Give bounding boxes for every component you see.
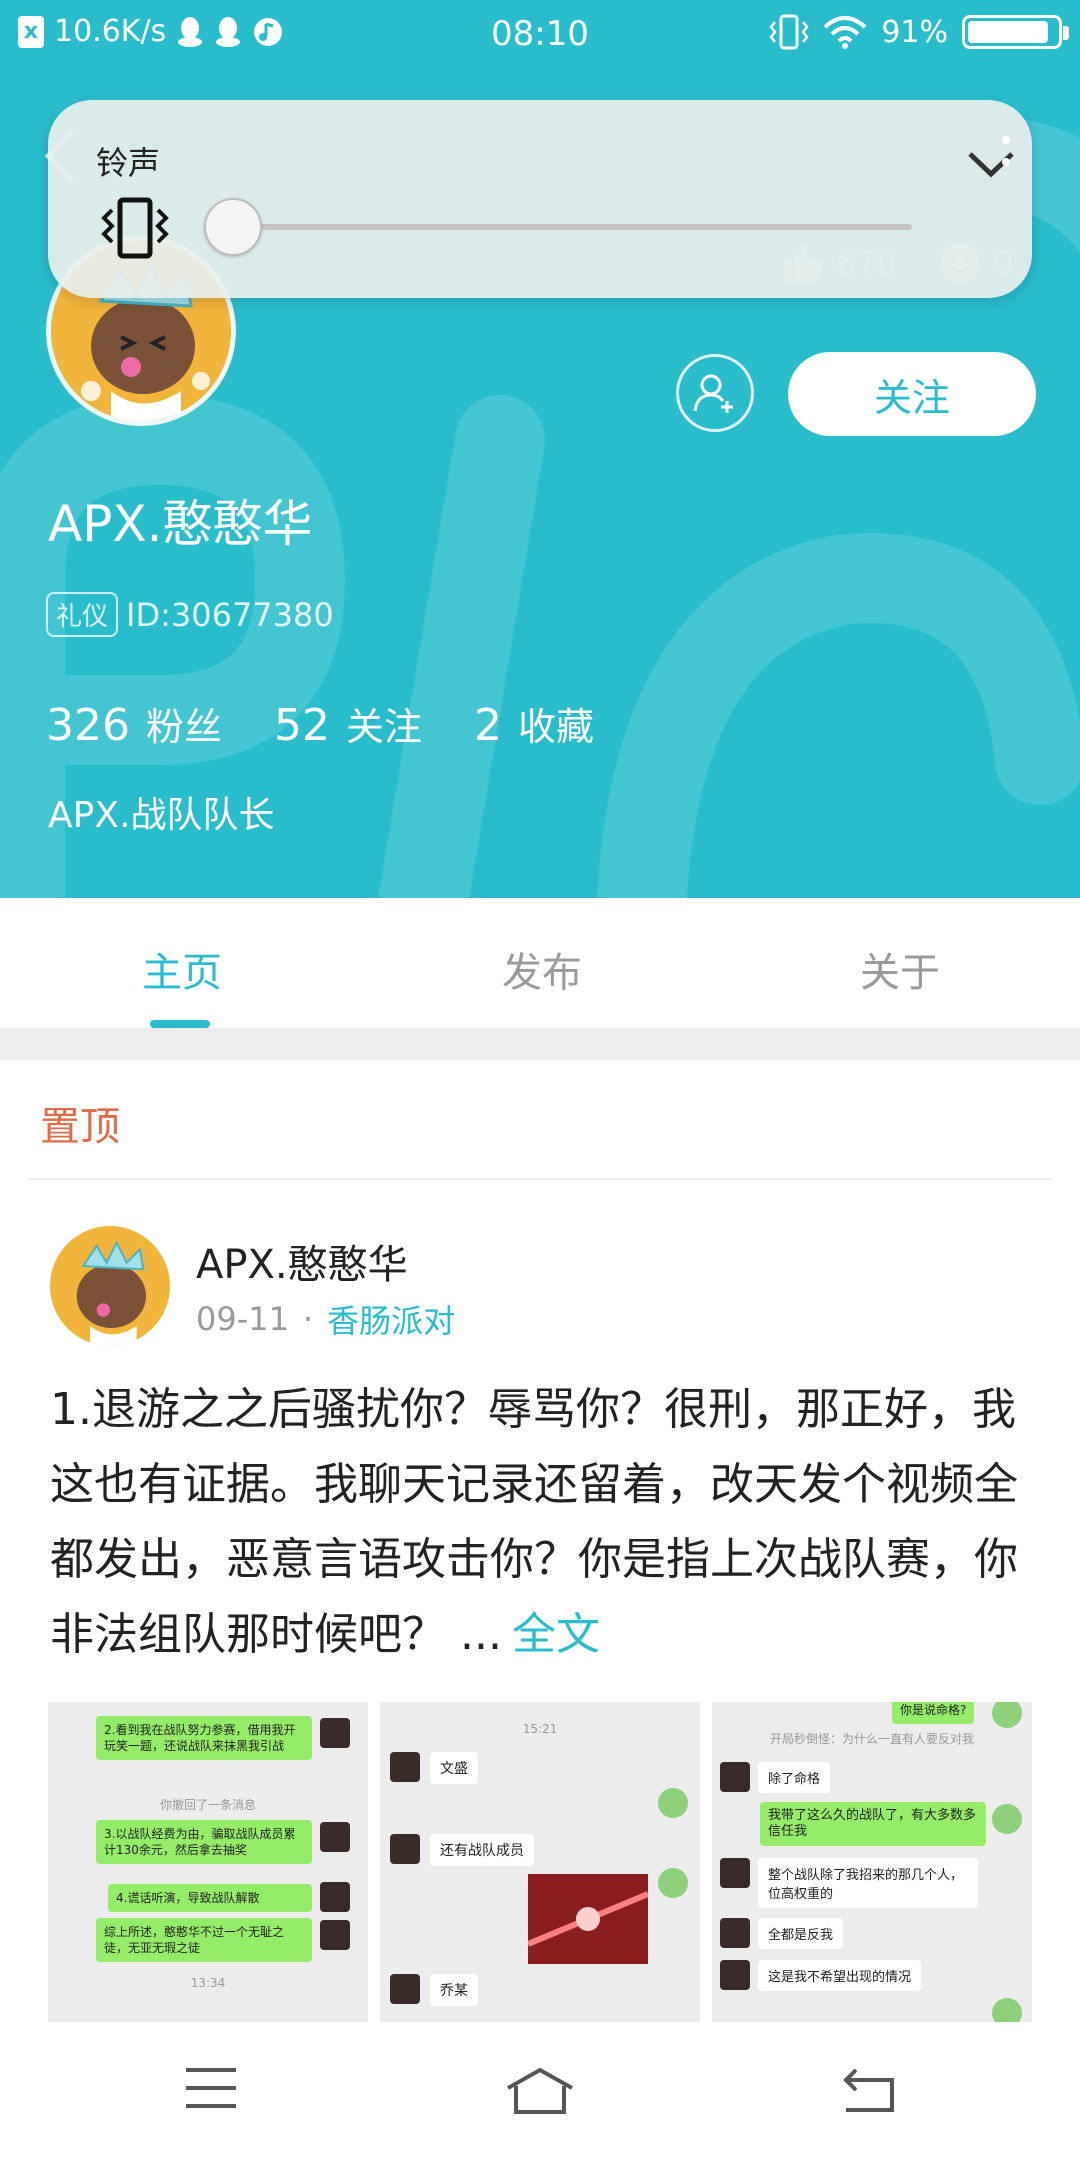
chat-message: 整个战队除了我招来的那几个人，位高权重的 — [758, 1858, 978, 1908]
profile-tabs: 主页 发布 关于 — [0, 898, 1080, 1028]
post-text[interactable]: 1.退游之之后骚扰你？辱骂你？很刑，那正好，我这也有证据。我聊天记录还留着，改天… — [50, 1372, 1030, 1672]
post-images: 2.看到我在战队努力参赛，借用我开玩笑一题，还说战队来抹黑我引战 你撤回了一条消… — [48, 1702, 1032, 2022]
chat-avatar — [390, 1974, 420, 2004]
avatar-image — [50, 1226, 170, 1346]
chat-avatar — [720, 1960, 750, 1990]
more-dots-icon — [1002, 136, 1010, 166]
meta-separator: · — [302, 1300, 314, 1338]
add-user-icon — [693, 374, 733, 413]
profile-id-row: 礼仪 ID:30677380 — [46, 592, 334, 637]
system-nav-bar — [0, 2030, 1080, 2160]
profile-header: x 10.6K/s 08:10 91% 670 0 — [0, 0, 1080, 898]
stat-following-count: 52 — [274, 700, 330, 751]
stat-fans-label: 粉丝 — [145, 705, 222, 749]
profile-stats: 326 粉丝 52 关注 2 收藏 — [46, 696, 594, 751]
stat-fans[interactable]: 326 粉丝 — [46, 696, 222, 751]
post-image-3[interactable]: 你是说命格? 开局秒倒怪：为什么一直有人要反对我 除了命格 我带了这么久的战队了… — [712, 1702, 1032, 2022]
volume-title: 铃声 — [96, 144, 161, 182]
chat-bubble: 你是说命格? — [892, 1702, 975, 1724]
post-image-2[interactable]: 15:21 文盛 还有战队成员 乔某 — [380, 1702, 700, 2022]
chat-message: 全都是反我 — [758, 1918, 844, 1949]
chat-avatar — [992, 1998, 1022, 2022]
chat-bubble: 2.看到我在战队努力参赛，借用我开玩笑一题，还说战队来抹黑我引战 — [96, 1716, 312, 1760]
timestamp: 15:21 — [522, 1722, 558, 1736]
chat-avatar — [320, 1718, 350, 1748]
post-date: 09-11 — [196, 1300, 289, 1338]
chat-avatar — [320, 1882, 350, 1912]
chat-message: 乔某 — [430, 1974, 478, 2006]
chat-avatar — [720, 1762, 750, 1792]
home-icon[interactable] — [504, 2066, 576, 2116]
chat-avatar — [320, 1822, 350, 1852]
stat-favorites-count: 2 — [474, 700, 503, 751]
profile-username: APX.憨憨华 — [48, 495, 313, 553]
stat-following-label: 关注 — [346, 705, 423, 749]
vibrate-icon[interactable] — [100, 196, 170, 260]
chat-message: 这是我不希望出现的情况 — [758, 1960, 922, 1991]
chat-avatar — [390, 1752, 420, 1782]
profile-id: ID:30677380 — [126, 595, 334, 634]
chat-image — [528, 1874, 648, 1964]
chat-avatar — [658, 1868, 688, 1898]
status-bar: x 10.6K/s 08:10 91% — [0, 0, 1080, 70]
full-text-link[interactable]: 全文 — [512, 1609, 600, 1660]
post-author-avatar[interactable] — [50, 1226, 170, 1346]
post-meta: 09-11 · 香肠派对 — [196, 1296, 455, 1342]
back-icon[interactable] — [842, 2066, 896, 2114]
chat-avatar — [720, 1918, 750, 1948]
post-author-name[interactable]: APX.憨憨华 — [196, 1232, 408, 1290]
profile-bio: APX.战队队长 — [48, 795, 275, 836]
post-image-1[interactable]: 2.看到我在战队努力参赛，借用我开玩笑一题，还说战队来抹黑我引战 你撤回了一条消… — [48, 1702, 368, 2022]
system-message: 开局秒倒怪：为什么一直有人要反对我 — [769, 1732, 974, 1746]
chat-avatar — [390, 1834, 420, 1864]
chat-message: 文盛 — [430, 1752, 478, 1784]
status-right: 91% — [769, 14, 1069, 50]
post-group-link[interactable]: 香肠派对 — [327, 1296, 455, 1342]
chat-avatar — [658, 1788, 688, 1818]
system-message: 你撤回了一条消息 — [159, 1798, 256, 1812]
follow-button[interactable]: 关注 — [788, 352, 1036, 436]
tab-home[interactable]: 主页 — [142, 940, 222, 998]
battery-icon — [962, 15, 1069, 49]
stat-following[interactable]: 52 关注 — [274, 696, 422, 751]
menu-icon[interactable] — [184, 2066, 238, 2110]
add-friend-button[interactable] — [676, 354, 754, 432]
wifi-icon — [823, 16, 867, 49]
chat-message: 除了命格 — [758, 1762, 831, 1793]
chat-avatar — [992, 1702, 1022, 1728]
pinned-label: 置顶 — [40, 1104, 120, 1150]
tab-about[interactable]: 关于 — [860, 940, 940, 998]
chat-avatar — [720, 1858, 750, 1888]
tab-indicator — [150, 1020, 210, 1028]
volume-slider-thumb[interactable] — [204, 198, 262, 256]
stat-favorites[interactable]: 2 收藏 — [474, 696, 594, 751]
pinned-section: 置顶 APX.憨憨华 09-11 · 香肠派对 1.退游之之后骚扰你？辱骂你？很… — [0, 1060, 1080, 2030]
chat-bubble: 我带了这么久的战队了，有大多数多信任我 — [760, 1802, 986, 1846]
battery-fill — [968, 21, 1048, 43]
volume-panel: 铃声 — [48, 100, 1032, 298]
chat-bubble: 综上所述，憨憨华不过一个无耻之徒，无亚无瑕之徒 — [96, 1918, 312, 1962]
stat-favorites-label: 收藏 — [518, 705, 595, 749]
chat-avatar — [992, 1804, 1022, 1834]
tab-posts[interactable]: 发布 — [502, 940, 582, 998]
stat-fans-count: 326 — [46, 700, 130, 751]
volume-slider-track[interactable] — [212, 224, 912, 230]
battery-percent: 91% — [881, 14, 948, 50]
role-tag: 礼仪 — [46, 592, 119, 637]
chat-avatar — [320, 1920, 350, 1950]
timestamp: 13:34 — [190, 1976, 226, 1990]
chat-bubble: 3.以战队经费为由，骗取战队成员累计130余元，然后拿去抽奖 — [96, 1820, 312, 1864]
chat-bubble: 4.谎话听演，导致战队解散 — [108, 1884, 312, 1912]
divider — [28, 1178, 1052, 1180]
chat-message: 还有战队成员 — [430, 1834, 534, 1866]
vibrate-icon — [769, 14, 809, 50]
